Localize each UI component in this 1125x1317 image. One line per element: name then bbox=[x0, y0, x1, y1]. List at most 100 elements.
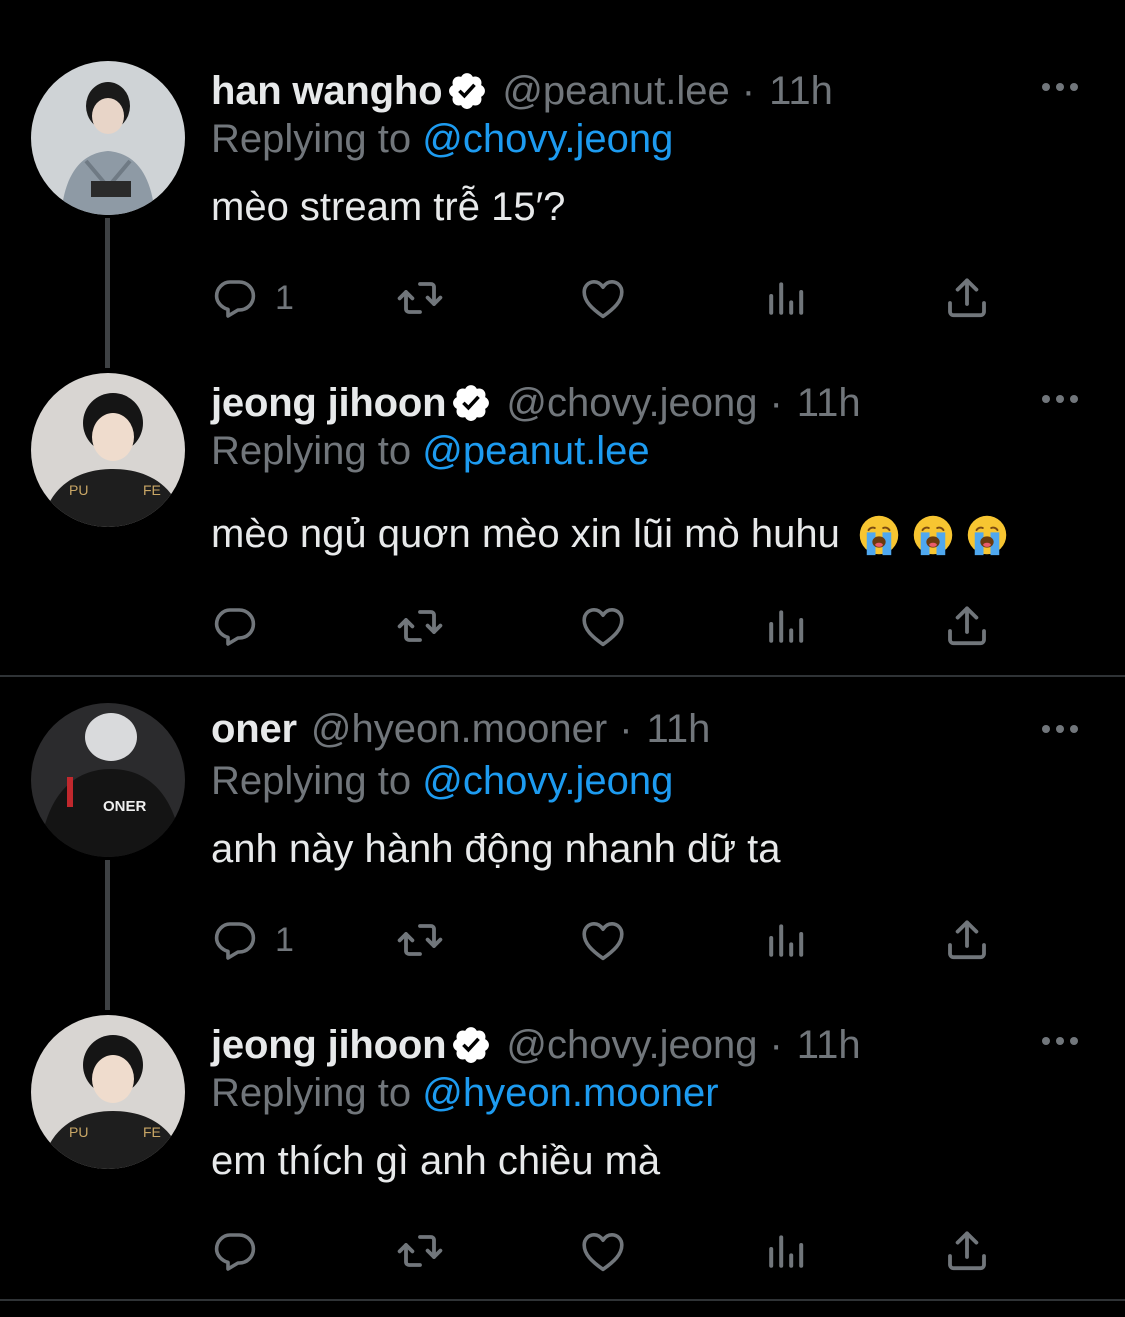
tweet-text: mèo ngủ quơn mèo xin lũi mò huhu bbox=[211, 512, 1008, 557]
reply-count: 1 bbox=[275, 278, 294, 317]
display-name[interactable]: jeong jihoon bbox=[211, 381, 447, 426]
more-icon[interactable] bbox=[1042, 395, 1078, 403]
reply-icon bbox=[211, 274, 259, 322]
reply-button[interactable] bbox=[211, 600, 275, 652]
avatar[interactable]: PU FE bbox=[31, 373, 185, 527]
views-icon bbox=[762, 602, 810, 650]
more-icon[interactable] bbox=[1042, 83, 1078, 91]
tweet-text: em thích gì anh chiều mà bbox=[211, 1139, 660, 1184]
retweet-button[interactable] bbox=[396, 600, 444, 652]
share-icon bbox=[943, 602, 991, 650]
action-bar: 1 bbox=[211, 914, 1011, 966]
retweet-icon bbox=[396, 1227, 444, 1275]
replying-prefix: Replying to bbox=[211, 759, 423, 803]
views-button[interactable] bbox=[762, 272, 810, 324]
avatar[interactable]: PU FE bbox=[31, 1015, 185, 1169]
verified-badge-icon bbox=[450, 382, 492, 424]
retweet-button[interactable] bbox=[396, 272, 444, 324]
thread-connector-2 bbox=[105, 860, 110, 1010]
action-bar: 1 bbox=[211, 272, 1011, 324]
tweet-text: anh này hành động nhanh dữ ta bbox=[211, 827, 781, 872]
heart-icon bbox=[579, 602, 627, 650]
action-bar bbox=[211, 600, 1011, 652]
heart-icon bbox=[579, 274, 627, 322]
views-icon bbox=[762, 1227, 810, 1275]
reply-button[interactable]: 1 bbox=[211, 272, 294, 324]
like-button[interactable] bbox=[579, 272, 627, 324]
separator: · bbox=[619, 706, 633, 751]
display-name[interactable]: jeong jihoon bbox=[211, 1023, 447, 1068]
like-button[interactable] bbox=[579, 600, 627, 652]
tweet-text-content: mèo stream trễ 15′? bbox=[211, 185, 566, 229]
thread-divider bbox=[0, 1299, 1125, 1301]
avatar[interactable]: ONER bbox=[31, 703, 185, 857]
replying-to: Replying to @hyeon.mooner bbox=[211, 1071, 719, 1116]
share-button[interactable] bbox=[943, 600, 991, 652]
share-button[interactable] bbox=[943, 1225, 991, 1277]
share-button[interactable] bbox=[943, 914, 991, 966]
views-icon bbox=[762, 916, 810, 964]
replying-prefix: Replying to bbox=[211, 1071, 423, 1115]
loudly-crying-face-emoji bbox=[858, 514, 900, 556]
display-name[interactable]: oner bbox=[211, 707, 297, 752]
timestamp[interactable]: 11h bbox=[647, 707, 711, 752]
svg-text:PU: PU bbox=[69, 482, 88, 498]
tweet-text-content: anh này hành động nhanh dữ ta bbox=[211, 827, 781, 871]
views-icon bbox=[762, 274, 810, 322]
tweet-text-content: em thích gì anh chiều mà bbox=[211, 1139, 661, 1183]
separator: · bbox=[741, 68, 756, 113]
handle[interactable]: @chovy.jeong bbox=[506, 381, 757, 426]
share-button[interactable] bbox=[943, 272, 991, 324]
views-button[interactable] bbox=[762, 1225, 810, 1277]
reply-icon bbox=[211, 602, 259, 650]
mention-link[interactable]: @hyeon.mooner bbox=[422, 1071, 718, 1115]
timestamp[interactable]: 11h bbox=[797, 1023, 861, 1068]
timestamp[interactable]: 11h bbox=[797, 381, 861, 426]
heart-icon bbox=[579, 916, 627, 964]
svg-text:ONER: ONER bbox=[103, 798, 147, 815]
separator: · bbox=[769, 1022, 783, 1067]
mention-link[interactable]: @chovy.jeong bbox=[422, 117, 673, 161]
heart-icon bbox=[579, 1227, 627, 1275]
handle[interactable]: @hyeon.mooner bbox=[311, 707, 607, 752]
retweet-icon bbox=[396, 602, 444, 650]
avatar[interactable] bbox=[31, 61, 185, 215]
retweet-button[interactable] bbox=[396, 1225, 444, 1277]
verified-badge-icon bbox=[450, 1024, 492, 1066]
display-name[interactable]: han wangho bbox=[211, 69, 443, 114]
mention-link[interactable]: @peanut.lee bbox=[422, 429, 649, 473]
loudly-crying-face-emoji bbox=[912, 514, 954, 556]
thread-divider bbox=[0, 675, 1125, 677]
reply-icon bbox=[211, 916, 259, 964]
share-icon bbox=[943, 1227, 991, 1275]
thread-connector-1 bbox=[105, 218, 110, 368]
replying-to: Replying to @chovy.jeong bbox=[211, 759, 673, 804]
timestamp[interactable]: 11h bbox=[769, 69, 833, 114]
retweet-button[interactable] bbox=[396, 914, 444, 966]
share-icon bbox=[943, 274, 991, 322]
handle[interactable]: @peanut.lee bbox=[502, 69, 729, 114]
replying-prefix: Replying to bbox=[211, 429, 423, 473]
more-icon[interactable] bbox=[1042, 725, 1078, 733]
separator: · bbox=[769, 380, 783, 425]
replying-prefix: Replying to bbox=[211, 117, 423, 161]
replying-to: Replying to @chovy.jeong bbox=[211, 117, 673, 162]
views-button[interactable] bbox=[762, 914, 810, 966]
like-button[interactable] bbox=[579, 1225, 627, 1277]
tweet-text-content: mèo ngủ quơn mèo xin lũi mò huhu bbox=[211, 512, 840, 556]
mention-link[interactable]: @chovy.jeong bbox=[422, 759, 673, 803]
svg-text:FE: FE bbox=[143, 1124, 161, 1140]
svg-text:FE: FE bbox=[143, 482, 161, 498]
reply-button[interactable]: 1 bbox=[211, 914, 294, 966]
reply-button[interactable] bbox=[211, 1225, 275, 1277]
verified-badge-icon bbox=[446, 70, 488, 112]
tweet-text: mèo stream trễ 15′? bbox=[211, 185, 565, 230]
handle[interactable]: @chovy.jeong bbox=[506, 1023, 757, 1068]
share-icon bbox=[943, 916, 991, 964]
views-button[interactable] bbox=[762, 600, 810, 652]
reply-count: 1 bbox=[275, 920, 294, 959]
like-button[interactable] bbox=[579, 914, 627, 966]
retweet-icon bbox=[396, 274, 444, 322]
svg-text:PU: PU bbox=[69, 1124, 88, 1140]
more-icon[interactable] bbox=[1042, 1037, 1078, 1045]
